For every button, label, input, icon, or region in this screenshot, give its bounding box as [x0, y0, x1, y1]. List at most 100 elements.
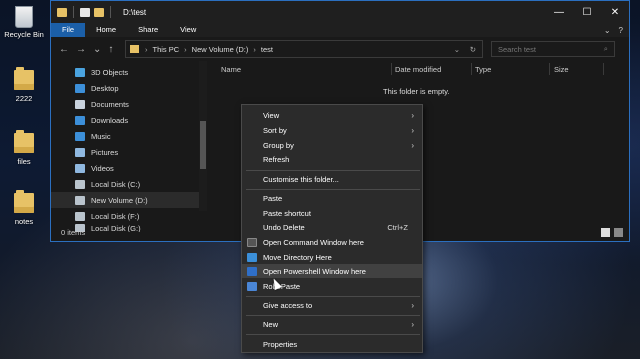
menu-item-label: Paste shortcut	[263, 208, 311, 218]
chevron-right-icon[interactable]: ›	[184, 45, 187, 54]
nav-item-videos[interactable]: Videos	[51, 160, 207, 176]
column-header-size[interactable]: Size	[554, 65, 569, 74]
nav-item-new-volume-d[interactable]: New Volume (D:)	[51, 192, 207, 208]
menu-item-label: Group by	[263, 140, 294, 150]
menu-item-robopaste[interactable]: RoboPaste	[242, 279, 422, 293]
menu-item-view[interactable]: View ›	[242, 108, 422, 122]
nav-item-label: Downloads	[91, 115, 129, 125]
search-input[interactable]: Search test	[498, 45, 536, 54]
menu-item-label: View	[263, 110, 280, 120]
desktop-icon-recycle-bin[interactable]: Recycle Bin	[2, 6, 46, 39]
menu-item-move-directory[interactable]: Move Directory Here	[242, 250, 422, 264]
menu-item-open-command-window[interactable]: Open Command Window here	[242, 235, 422, 249]
empty-folder-message: This folder is empty.	[383, 87, 450, 96]
title-bar[interactable]: D:\test — ☐ ✕	[51, 1, 629, 23]
menu-item-label: Sort by	[263, 125, 287, 135]
refresh-icon[interactable]: ↻	[470, 45, 476, 54]
large-icons-view-icon[interactable]	[614, 227, 623, 237]
menu-separator	[246, 334, 420, 335]
nav-item-music[interactable]: Music	[51, 128, 207, 144]
expand-ribbon-icon[interactable]: ⌄	[604, 26, 611, 35]
menu-separator	[246, 315, 420, 316]
nav-item-desktop[interactable]: Desktop	[51, 80, 207, 96]
nav-item-label: Pictures	[91, 147, 119, 157]
minimize-button[interactable]: —	[545, 1, 573, 23]
maximize-button[interactable]: ☐	[573, 1, 601, 23]
recent-locations-icon[interactable]: ⌄	[93, 44, 101, 55]
scrollbar-thumb[interactable]	[200, 121, 206, 169]
ribbon-tabs: File Home Share View ⌄ ?	[51, 23, 629, 37]
back-arrow-icon[interactable]: ←	[59, 44, 69, 55]
nav-item-label: Local Disk (C:)	[91, 179, 141, 189]
breadcrumb-this-pc[interactable]: This PC	[153, 45, 180, 54]
recycle-bin-icon	[14, 6, 34, 28]
tab-view[interactable]: View	[169, 23, 207, 37]
address-bar[interactable]: › This PC › New Volume (D:) › test ⌄ ↻	[125, 40, 483, 58]
pictures-icon	[75, 147, 85, 157]
desktop-icon	[75, 83, 85, 93]
desktop-icon-label: notes	[14, 217, 34, 226]
robopaste-icon	[247, 281, 257, 291]
chevron-right-icon[interactable]: ›	[145, 45, 148, 54]
nav-item-label: Local Disk (F:)	[91, 211, 140, 221]
nav-item-downloads[interactable]: Downloads	[51, 112, 207, 128]
nav-item-3d-objects[interactable]: 3D Objects	[51, 64, 207, 80]
menu-item-group-by[interactable]: Group by ›	[242, 138, 422, 152]
nav-item-local-disk-c[interactable]: Local Disk (C:)	[51, 176, 207, 192]
close-button[interactable]: ✕	[601, 1, 629, 23]
menu-item-label: Refresh	[263, 154, 290, 164]
tab-home[interactable]: Home	[85, 23, 127, 37]
window-controls: — ☐ ✕	[545, 1, 629, 23]
new-folder-icon[interactable]	[94, 7, 104, 17]
column-header-type[interactable]: Type	[475, 65, 491, 74]
nav-item-label: Desktop	[91, 83, 119, 93]
menu-item-label: Undo Delete	[263, 222, 305, 232]
address-dropdown-icon[interactable]: ⌄	[454, 45, 460, 54]
move-directory-icon	[247, 252, 257, 262]
menu-item-paste-shortcut[interactable]: Paste shortcut	[242, 206, 422, 220]
menu-item-sort-by[interactable]: Sort by ›	[242, 123, 422, 137]
details-view-icon[interactable]	[601, 227, 610, 237]
breadcrumb-test[interactable]: test	[261, 45, 273, 54]
menu-item-undo-delete[interactable]: Undo Delete Ctrl+Z	[242, 220, 422, 234]
menu-item-refresh[interactable]: Refresh	[242, 152, 422, 166]
breadcrumb-new-volume[interactable]: New Volume (D:)	[192, 45, 249, 54]
menu-item-customise-folder[interactable]: Customise this folder...	[242, 172, 422, 186]
chevron-right-icon[interactable]: ›	[253, 45, 256, 54]
column-header-date-modified[interactable]: Date modified	[395, 65, 441, 74]
menu-item-give-access-to[interactable]: Give access to ›	[242, 298, 422, 312]
nav-item-pictures[interactable]: Pictures	[51, 144, 207, 160]
music-icon	[75, 131, 85, 141]
menu-item-open-powershell-window[interactable]: Open Powershell Window here	[242, 264, 422, 278]
tab-file[interactable]: File	[51, 23, 86, 37]
chevron-right-icon: ›	[411, 140, 414, 150]
chevron-right-icon: ›	[411, 319, 414, 329]
tab-share[interactable]: Share	[127, 23, 169, 37]
nav-pane-scrollbar[interactable]	[199, 61, 207, 211]
up-arrow-icon[interactable]: ↑	[108, 44, 113, 55]
search-box[interactable]: Search test ⌕	[491, 41, 615, 57]
drive-icon	[75, 211, 85, 221]
item-count: 0 items	[61, 227, 86, 237]
help-icon[interactable]: ?	[619, 26, 623, 35]
menu-item-new[interactable]: New ›	[242, 317, 422, 331]
column-header-name[interactable]: Name	[221, 65, 241, 74]
folder-icon	[57, 7, 67, 17]
nav-item-documents[interactable]: Documents	[51, 96, 207, 112]
desktop-icon-2222[interactable]: 2222	[2, 70, 46, 103]
window-title: D:\test	[123, 7, 147, 17]
divider	[603, 63, 604, 75]
menu-item-paste[interactable]: Paste	[242, 191, 422, 205]
desktop-icon-files[interactable]: files	[2, 133, 46, 166]
nav-item-label: Documents	[91, 99, 129, 109]
ribbon-controls: ⌄ ?	[604, 26, 623, 35]
forward-arrow-icon[interactable]: →	[76, 44, 86, 55]
properties-icon[interactable]	[80, 7, 90, 17]
divider	[110, 6, 111, 18]
desktop-icon-notes[interactable]: notes	[2, 193, 46, 226]
nav-item-local-disk-f[interactable]: Local Disk (F:)	[51, 208, 207, 224]
menu-item-properties[interactable]: Properties	[242, 337, 422, 351]
menu-separator	[246, 170, 420, 171]
menu-item-label: Paste	[263, 193, 283, 203]
chevron-right-icon: ›	[411, 110, 414, 120]
